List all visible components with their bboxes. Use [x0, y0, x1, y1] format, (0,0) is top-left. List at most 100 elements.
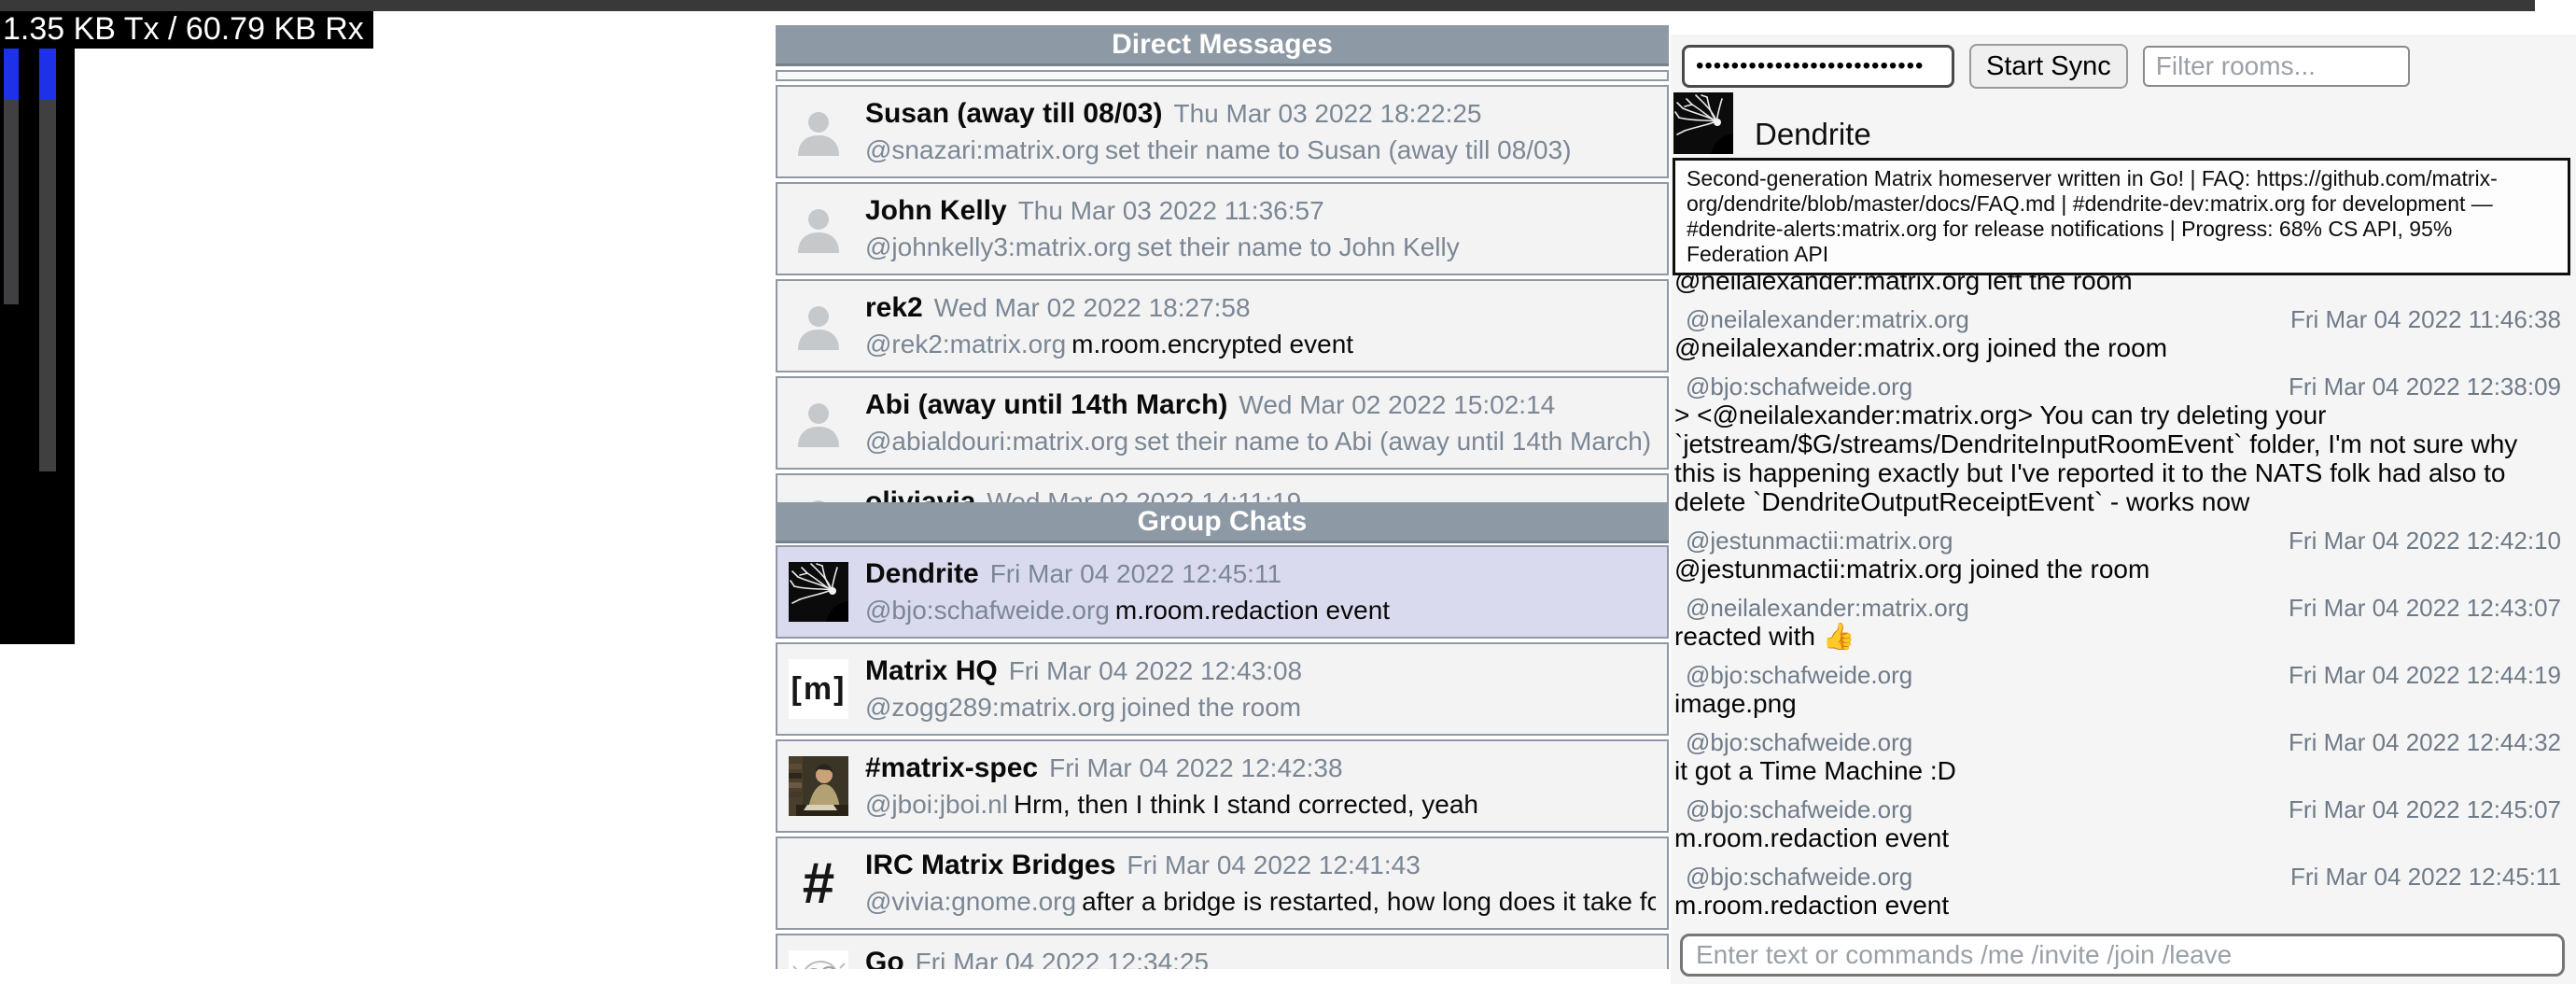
- room-list-item[interactable]: GoFri Mar 04 2022 12:34:25: [776, 934, 1669, 969]
- window-top-strip: [0, 0, 2535, 11]
- direct-messages-header: Direct Messages: [776, 25, 1669, 66]
- matrix-spec-room-photo: [789, 756, 848, 816]
- room-preview-sender: @rek2:matrix.org: [865, 330, 1066, 358]
- room-preview-sender: @johnkelly3:matrix.org: [865, 232, 1131, 261]
- room-title: rek2: [865, 292, 923, 323]
- message-body: @neilalexander:matrix.org joined the roo…: [1673, 333, 2561, 362]
- room-avatar: [789, 296, 848, 356]
- room-title: Matrix HQ: [865, 655, 998, 686]
- chat-panel: Start Sync Dendrite Second-generation Ma…: [1671, 35, 2576, 984]
- direct-messages-list: Susan (away till 08/03) Thu Mar 03 2022 1…: [776, 66, 1669, 502]
- network-graph-bar-tx: [4, 40, 19, 644]
- room-list-item[interactable]: #: [776, 836, 1669, 930]
- room-topic: Second-generation Matrix homeserver writ…: [1673, 158, 2570, 275]
- filter-rooms-input[interactable]: [2143, 46, 2410, 87]
- room-list-item[interactable]: oliviavia Wed Mar 02 2022 14:11:19: [776, 473, 1669, 502]
- room-list-item[interactable]: [m]: [776, 642, 1669, 736]
- message-timestamp: Fri Mar 04 2022 12:42:10: [2289, 527, 2561, 555]
- room-timestamp: Thu Mar 03 2022 11:36:57: [1018, 196, 1324, 225]
- room-preview-sender: @bjo:schafweide.org: [865, 596, 1110, 625]
- message-body: > <@neilalexander:matrix.org> You can tr…: [1673, 401, 2561, 516]
- room-timestamp: Fri Mar 04 2022 12:41:43: [1127, 850, 1420, 879]
- room-preview-text: set their name to Abi (away until 14th M…: [1134, 427, 1651, 456]
- message-timestamp: Fri Mar 04 2022 11:46:38: [2290, 305, 2561, 333]
- chat-message: @bjo:schafweide.org Fri Mar 04 2022 12:4…: [1673, 661, 2561, 718]
- room-title: oliviavia: [865, 486, 975, 502]
- message-timestamp: Fri Mar 04 2022 12:38:09: [2289, 373, 2561, 401]
- message-sender: @neilalexander:matrix.org: [1686, 594, 1969, 622]
- message-composer-input[interactable]: [1680, 934, 2565, 977]
- room-preview-text: joined the room: [1121, 693, 1301, 722]
- network-stats-label: 1.35 KB Tx / 60.79 KB Rx: [0, 11, 373, 49]
- message-body: m.room.redaction event: [1673, 823, 2561, 852]
- room-avatar: [789, 756, 848, 816]
- room-title: #matrix-spec: [865, 752, 1038, 783]
- room-list-item[interactable]: rek2 Wed Mar 02 2022 18:27:58 @rek2:matri…: [776, 279, 1669, 373]
- message-timestamp: Fri Mar 04 2022 12:45:07: [2289, 795, 2561, 823]
- message-sender: @bjo:schafweide.org: [1686, 728, 1912, 756]
- message-timestamp: Fri Mar 04 2022 12:44:19: [2289, 661, 2561, 689]
- start-sync-button[interactable]: Start Sync: [1969, 44, 2128, 89]
- room-timestamp: Wed Mar 02 2022 14:11:19: [987, 487, 1301, 502]
- empty-room-row: [776, 70, 1669, 81]
- room-list-item[interactable]: DendriteFri Mar 04 2022 12:45:11 @bjo:sc…: [776, 545, 1669, 639]
- room-list-item[interactable]: #matrix-specFri Mar 04 2022 12:42:38 @jb…: [776, 739, 1669, 833]
- chat-message: @bjo:schafweide.org Fri Mar 04 2022 12:3…: [1673, 373, 2561, 516]
- room-timestamp: Wed Mar 02 2022 18:27:58: [934, 293, 1251, 322]
- room-timestamp: Fri Mar 04 2022 12:43:08: [1009, 656, 1302, 685]
- chat-message: @bjo:schafweide.org Fri Mar 04 2022 12:4…: [1673, 863, 2561, 920]
- message-sender: @bjo:schafweide.org: [1686, 373, 1912, 401]
- room-preview-text: m.room.encrypted event: [1071, 330, 1353, 358]
- message-timestamp: Fri Mar 04 2022 12:43:07: [2289, 594, 2561, 622]
- room-timestamp: Thu Mar 03 2022 18:22:25: [1173, 99, 1481, 128]
- access-token-input[interactable]: [1682, 45, 1954, 88]
- message-sender: @bjo:schafweide.org: [1686, 661, 1912, 689]
- room-header-avatar: [1673, 92, 1733, 154]
- message-timeline: @neilalexander:matrix.org Fri Mar 04 202…: [1671, 232, 2576, 932]
- room-list-item[interactable]: John KellyThu Mar 03 2022 11:36:57 @john…: [776, 182, 1669, 275]
- message-sender: @neilalexander:matrix.org: [1686, 305, 1969, 333]
- person-icon: [789, 296, 848, 356]
- message-body: reacted with 👍: [1673, 622, 2561, 651]
- message-body: it got a Time Machine :D: [1673, 756, 2561, 785]
- room-timestamp: Fri Mar 04 2022 12:42:38: [1049, 753, 1342, 782]
- room-timestamp: Fri Mar 04 2022 12:45:11: [990, 559, 1281, 588]
- room-avatar: [789, 393, 848, 453]
- room-title: Go: [865, 947, 904, 969]
- message-timestamp: Fri Mar 04 2022 12:45:11: [2290, 863, 2561, 891]
- room-avatar: [789, 950, 848, 969]
- room-list-item[interactable]: Abi (away until 14th March)Wed Mar 02 20…: [776, 376, 1669, 470]
- room-preview-text: set their name to Susan (away till 08/03…: [1105, 135, 1572, 164]
- dendrite-room-image: [789, 562, 848, 622]
- room-list-item[interactable]: Susan (away till 08/03) Thu Mar 03 2022 1…: [776, 85, 1669, 178]
- chat-message: @bjo:schafweide.org Fri Mar 04 2022 12:4…: [1673, 728, 2561, 785]
- message-sender: @bjo:schafweide.org: [1686, 863, 1912, 891]
- room-avatar: [789, 102, 848, 162]
- room-avatar: #: [789, 853, 848, 913]
- message-body: image.png: [1673, 689, 2561, 718]
- message-sender: @jestunmactii:matrix.org: [1686, 527, 1953, 555]
- room-avatar-glyph: [m]: [789, 659, 848, 719]
- room-lists-panel: Direct Messages: [776, 25, 1669, 969]
- room-preview-sender: @abialdouri:matrix.org: [865, 427, 1128, 456]
- room-avatar: [789, 490, 848, 502]
- chat-message: @neilalexander:matrix.org Fri Mar 04 202…: [1673, 305, 2561, 362]
- room-avatar: [789, 199, 848, 259]
- network-usage-graph: [0, 40, 75, 644]
- message-timestamp: Fri Mar 04 2022 12:44:32: [2289, 728, 2561, 756]
- chat-message: @bjo:schafweide.org Fri Mar 04 2022 12:4…: [1673, 795, 2561, 852]
- room-avatar: [789, 562, 848, 622]
- group-chats-list: DendriteFri Mar 04 2022 12:45:11 @bjo:sc…: [776, 543, 1669, 969]
- room-timestamp: Wed Mar 02 2022 15:02:14: [1239, 390, 1555, 419]
- room-preview-text: after a bridge is restarted, how long do…: [1082, 887, 1656, 916]
- room-header-title: Dendrite: [1755, 117, 1871, 152]
- room-avatar-glyph: #: [789, 853, 848, 913]
- dendrite-room-image: [1673, 92, 1733, 154]
- person-icon: [789, 199, 848, 259]
- room-title: IRC Matrix Bridges: [865, 850, 1115, 880]
- message-sender: @bjo:schafweide.org: [1686, 795, 1912, 823]
- chat-message: @jestunmactii:matrix.org Fri Mar 04 2022…: [1673, 527, 2561, 583]
- message-body: @jestunmactii:matrix.org joined the room: [1673, 555, 2561, 583]
- room-preview-text: set their name to John Kelly: [1137, 232, 1460, 261]
- room-title: Susan (away till 08/03): [865, 98, 1162, 129]
